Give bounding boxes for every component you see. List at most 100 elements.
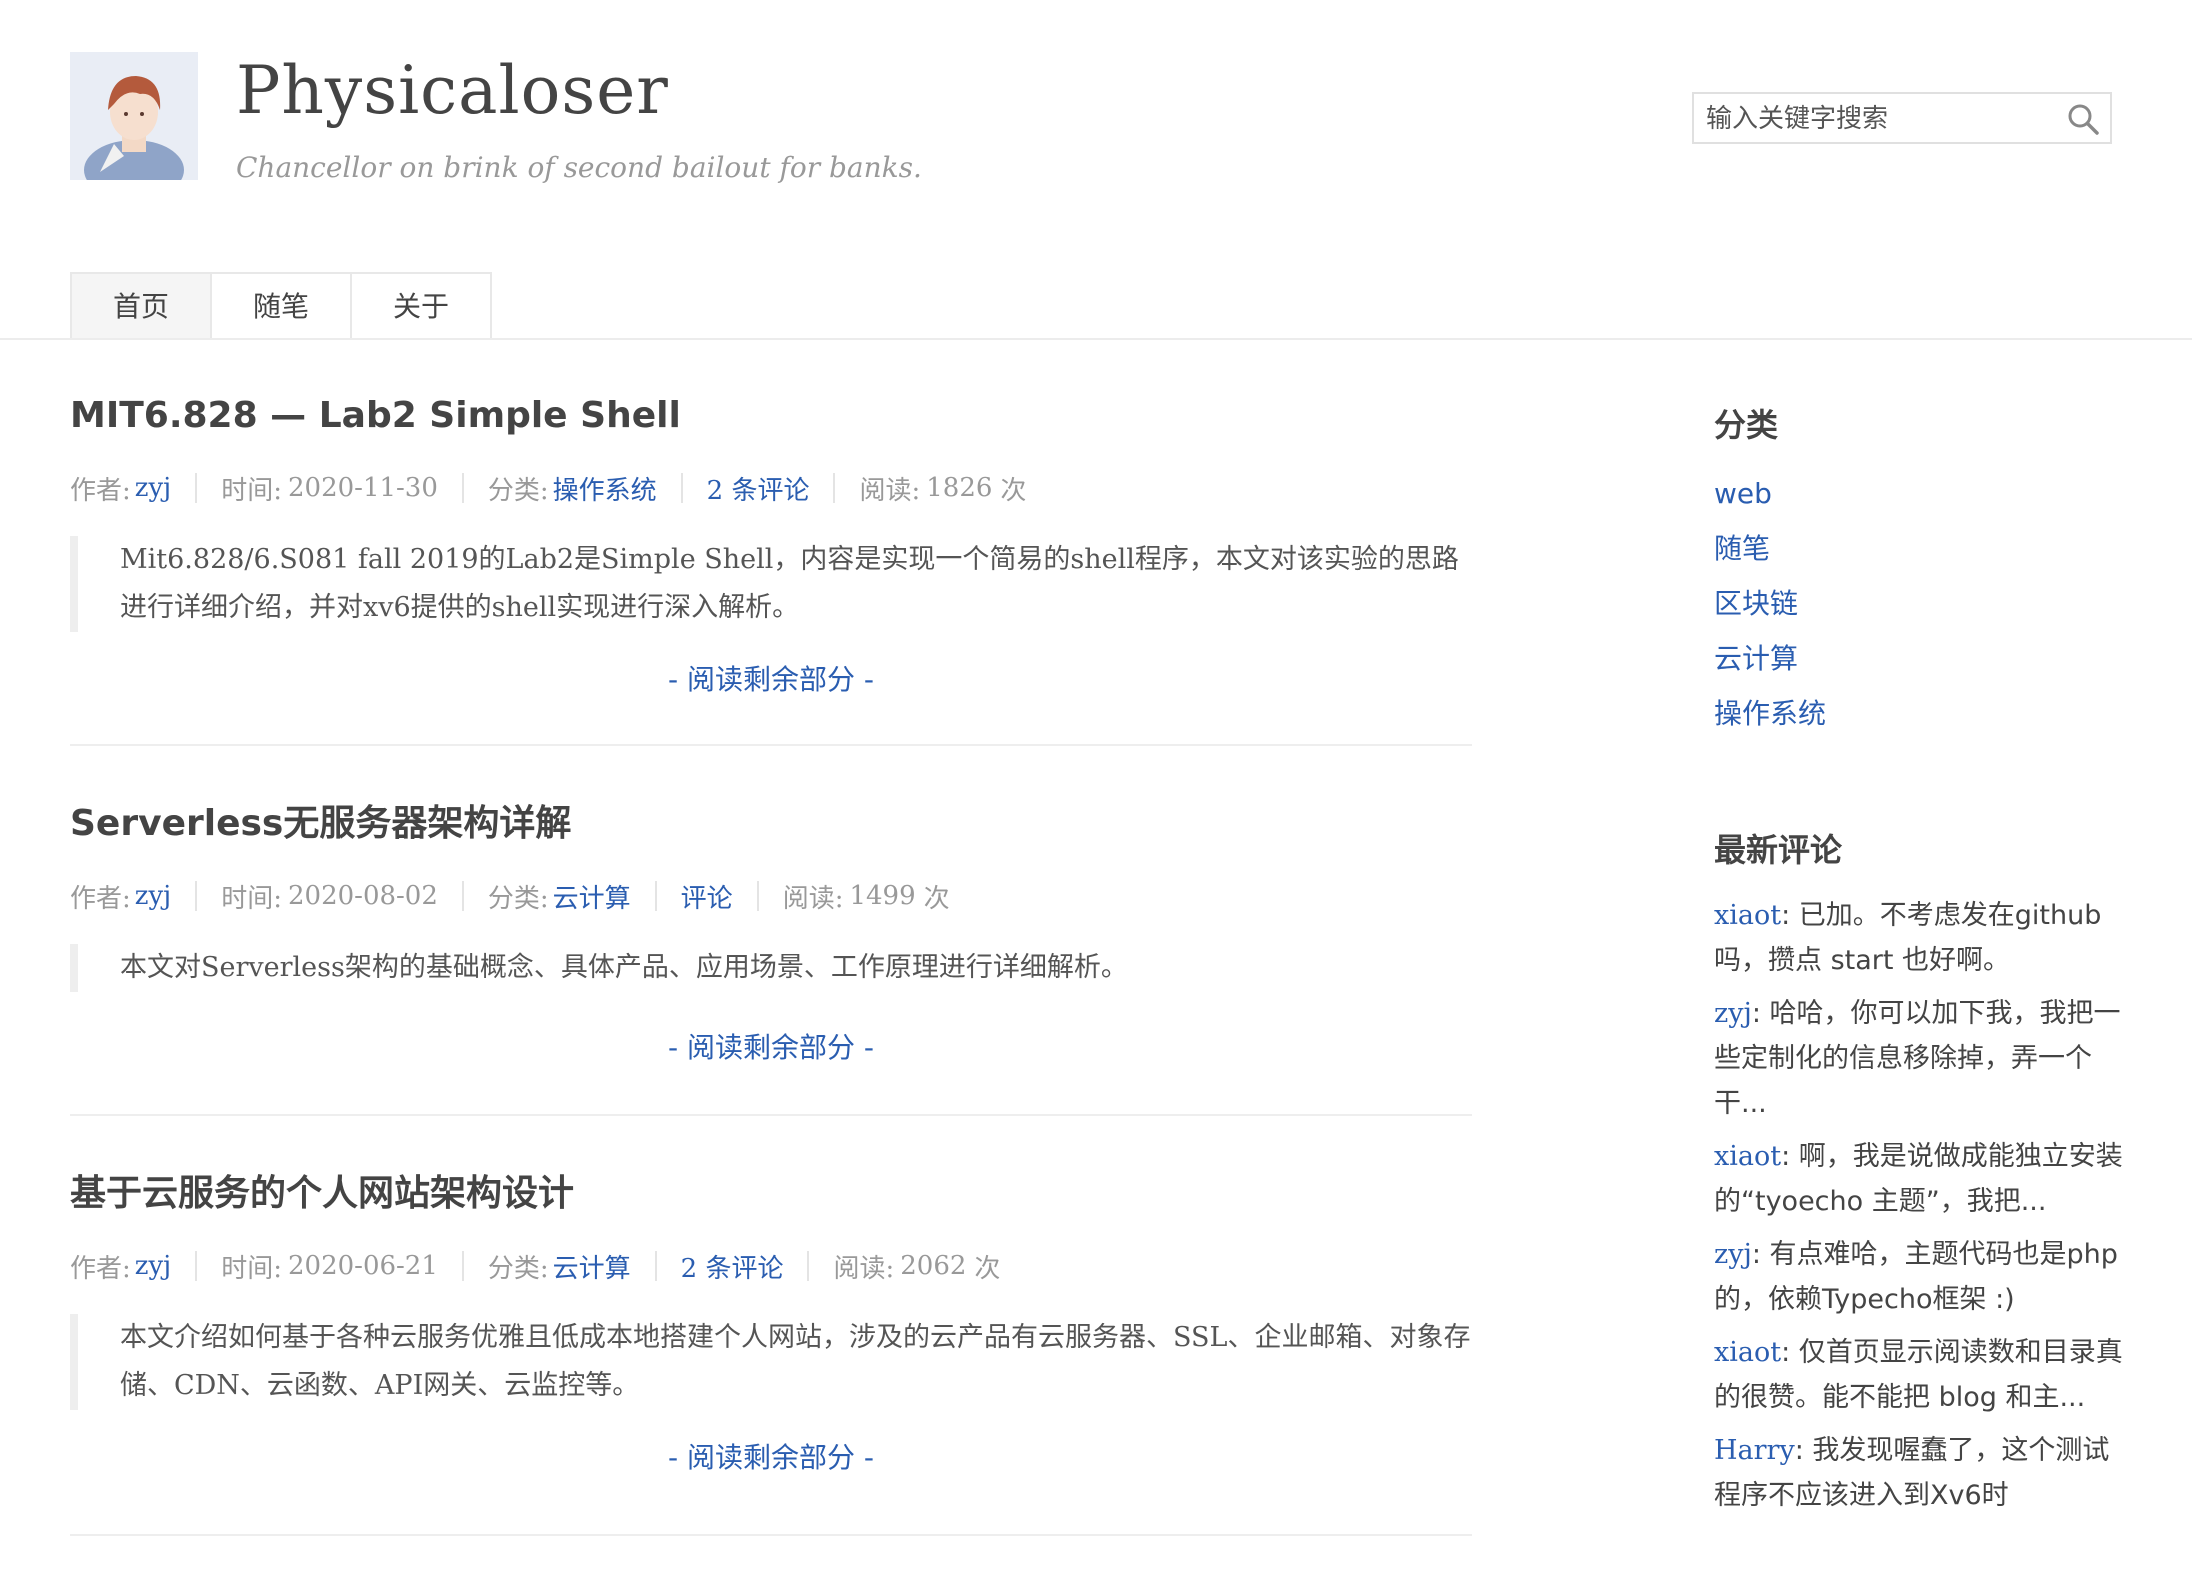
read-more-link[interactable]: - 阅读剩余部分 - bbox=[70, 1026, 1472, 1066]
nav-item-essays[interactable]: 随笔 bbox=[210, 272, 352, 340]
meta-time-label: 时间: bbox=[221, 883, 282, 914]
post-title[interactable]: 基于云服务的个人网站架构设计 bbox=[70, 1170, 1472, 1218]
post-date: 2020-11-30 bbox=[287, 473, 438, 503]
recent-comments-list: xiaot: 已加。不考虑发在github 吗，攒点 start 也好啊。 zy… bbox=[1714, 893, 2134, 1518]
post-views: 2062 bbox=[900, 1251, 967, 1281]
meta-category-label: 分类: bbox=[487, 475, 549, 506]
post-comments-link[interactable]: 2 条评论 bbox=[681, 1248, 784, 1285]
category-link-blockchain[interactable]: 区块链 bbox=[1714, 587, 1798, 620]
recent-comment-item: Harry: 我发现喔蠢了，这个测试程序不应该进入到Xv6时 bbox=[1714, 1428, 2134, 1518]
category-item: 区块链 bbox=[1714, 576, 2134, 631]
post-item: Serverless无服务器架构详解 作者: zyj 时间: 2020-08-0… bbox=[70, 746, 1472, 1116]
search-input[interactable] bbox=[1704, 94, 2048, 144]
categories-widget: 分类 web 随笔 区块链 云计算 操作系统 bbox=[1714, 400, 2134, 741]
nav-item-about[interactable]: 关于 bbox=[350, 272, 492, 340]
meta-author-label: 作者: bbox=[70, 1253, 131, 1284]
search-icon bbox=[2068, 104, 2099, 135]
post-meta: 作者: zyj 时间: 2020-06-21 分类: 云计算 2 条评论 阅读:… bbox=[70, 1248, 1472, 1284]
meta-separator bbox=[461, 473, 464, 503]
meta-separator bbox=[195, 1251, 198, 1281]
site-logo-avatar[interactable] bbox=[70, 52, 198, 200]
post-category-link[interactable]: 云计算 bbox=[553, 1248, 631, 1285]
post-item: MIT6.828 — Lab2 Simple Shell 作者: zyj 时间:… bbox=[70, 340, 1472, 746]
meta-time-label: 时间: bbox=[221, 475, 282, 506]
meta-separator bbox=[654, 1251, 657, 1281]
post-author-link[interactable]: zyj bbox=[135, 881, 171, 911]
comment-author-link[interactable]: xiaot bbox=[1714, 900, 1781, 931]
recent-comment-item: xiaot: 啊，我是说做成能独立安装的“tyoecho 主题”，我把... bbox=[1714, 1134, 2134, 1224]
sidebar: 分类 web 随笔 区块链 云计算 操作系统 最新评论 xiaot: 已加。不考… bbox=[1714, 340, 2134, 1526]
meta-times-suffix: 次 bbox=[1000, 475, 1027, 506]
post-excerpt: 本文介绍如何基于各种云服务优雅且低成本地搭建个人网站，涉及的云产品有云服务器、S… bbox=[70, 1314, 1480, 1410]
read-more-link[interactable]: - 阅读剩余部分 - bbox=[70, 1436, 1472, 1476]
comment-author-link[interactable]: xiaot bbox=[1714, 1337, 1781, 1368]
post-comments-link[interactable]: 2 条评论 bbox=[707, 470, 810, 507]
meta-read-label: 阅读: bbox=[833, 1253, 895, 1284]
meta-separator bbox=[195, 473, 198, 503]
recent-comment-item: zyj: 有点难哈，主题代码也是php的，依赖Typecho框架 :) bbox=[1714, 1232, 2134, 1322]
meta-separator bbox=[461, 1251, 464, 1281]
comment-author-link[interactable]: zyj bbox=[1714, 1239, 1752, 1270]
category-list: web 随笔 区块链 云计算 操作系统 bbox=[1714, 466, 2134, 741]
category-link-web[interactable]: web bbox=[1714, 477, 1772, 510]
meta-author-label: 作者: bbox=[70, 883, 131, 914]
category-item: web bbox=[1714, 466, 2134, 521]
meta-separator bbox=[195, 881, 198, 911]
read-more-link[interactable]: - 阅读剩余部分 - bbox=[70, 658, 1472, 698]
post-meta: 作者: zyj 时间: 2020-11-30 分类: 操作系统 2 条评论 阅读… bbox=[70, 470, 1472, 506]
meta-author-label: 作者: bbox=[70, 475, 131, 506]
post-author-link[interactable]: zyj bbox=[135, 473, 171, 503]
meta-category-label: 分类: bbox=[487, 883, 549, 914]
categories-title: 分类 bbox=[1714, 406, 1779, 444]
recent-comment-item: zyj: 哈哈，你可以加下我，我把一些定制化的信息移除掉，弄一个干... bbox=[1714, 991, 2134, 1126]
recent-comment-item: xiaot: 仅首页显示阅读数和目录真的很赞。能不能把 blog 和主... bbox=[1714, 1330, 2134, 1420]
post-category-link[interactable]: 云计算 bbox=[553, 878, 631, 915]
site-description: Chancellor on brink of second bailout fo… bbox=[236, 151, 922, 184]
post-item: 基于云服务的个人网站架构设计 作者: zyj 时间: 2020-06-21 分类… bbox=[70, 1116, 1472, 1536]
post-author-link[interactable]: zyj bbox=[135, 1251, 171, 1281]
comment-author-link[interactable]: xiaot bbox=[1714, 1141, 1781, 1172]
main-nav: 首页 随笔 关于 bbox=[70, 272, 492, 340]
meta-read-label: 阅读: bbox=[782, 883, 844, 914]
meta-separator bbox=[756, 881, 759, 911]
meta-separator bbox=[654, 881, 657, 911]
post-title[interactable]: Serverless无服务器架构详解 bbox=[70, 800, 1472, 848]
recent-comments-widget: 最新评论 xiaot: 已加。不考虑发在github 吗，攒点 start 也好… bbox=[1714, 825, 2134, 1518]
category-link-essays[interactable]: 随笔 bbox=[1714, 532, 1770, 565]
category-item: 随笔 bbox=[1714, 521, 2134, 576]
nav-item-home[interactable]: 首页 bbox=[70, 272, 212, 340]
recent-comment-item: xiaot: 已加。不考虑发在github 吗，攒点 start 也好啊。 bbox=[1714, 893, 2134, 983]
post-comments-link[interactable]: 评论 bbox=[681, 878, 733, 915]
post-excerpt: 本文对Serverless架构的基础概念、具体产品、应用场景、工作原理进行详细解… bbox=[70, 944, 1480, 992]
meta-separator bbox=[833, 473, 836, 503]
category-link-os[interactable]: 操作系统 bbox=[1714, 697, 1826, 730]
post-views: 1499 bbox=[849, 881, 916, 911]
meta-times-suffix: 次 bbox=[923, 883, 950, 914]
meta-separator bbox=[461, 881, 464, 911]
post-meta: 作者: zyj 时间: 2020-08-02 分类: 云计算 评论 阅读: 14… bbox=[70, 878, 1472, 914]
meta-separator bbox=[807, 1251, 810, 1281]
search-button[interactable] bbox=[2066, 102, 2100, 136]
category-item: 云计算 bbox=[1714, 631, 2134, 686]
post-category-link[interactable]: 操作系统 bbox=[553, 470, 657, 507]
comment-text[interactable]: : 哈哈，你可以加下我，我把一些定制化的信息移除掉，弄一个干... bbox=[1714, 998, 2121, 1119]
post-list: MIT6.828 — Lab2 Simple Shell 作者: zyj 时间:… bbox=[70, 340, 1472, 1536]
search-box bbox=[1692, 92, 2112, 144]
site-title[interactable]: Physicaloser bbox=[236, 52, 669, 129]
meta-category-label: 分类: bbox=[487, 1253, 549, 1284]
meta-read-label: 阅读: bbox=[859, 475, 921, 506]
comment-text[interactable]: : 有点难哈，主题代码也是php的，依赖Typecho框架 :) bbox=[1714, 1239, 2118, 1315]
comment-author-link[interactable]: zyj bbox=[1714, 998, 1752, 1029]
post-date: 2020-06-21 bbox=[287, 1251, 438, 1281]
post-title[interactable]: MIT6.828 — Lab2 Simple Shell bbox=[70, 392, 1472, 440]
post-excerpt: Mit6.828/6.S081 fall 2019的Lab2是Simple Sh… bbox=[70, 536, 1480, 632]
meta-time-label: 时间: bbox=[221, 1253, 282, 1284]
recent-comments-title: 最新评论 bbox=[1714, 831, 1843, 869]
post-date: 2020-08-02 bbox=[287, 881, 438, 911]
category-link-cloud[interactable]: 云计算 bbox=[1714, 642, 1798, 675]
meta-times-suffix: 次 bbox=[974, 1253, 1001, 1284]
category-item: 操作系统 bbox=[1714, 686, 2134, 741]
meta-separator bbox=[680, 473, 683, 503]
post-views: 1826 bbox=[926, 473, 993, 503]
comment-author-link[interactable]: Harry bbox=[1714, 1435, 1795, 1466]
